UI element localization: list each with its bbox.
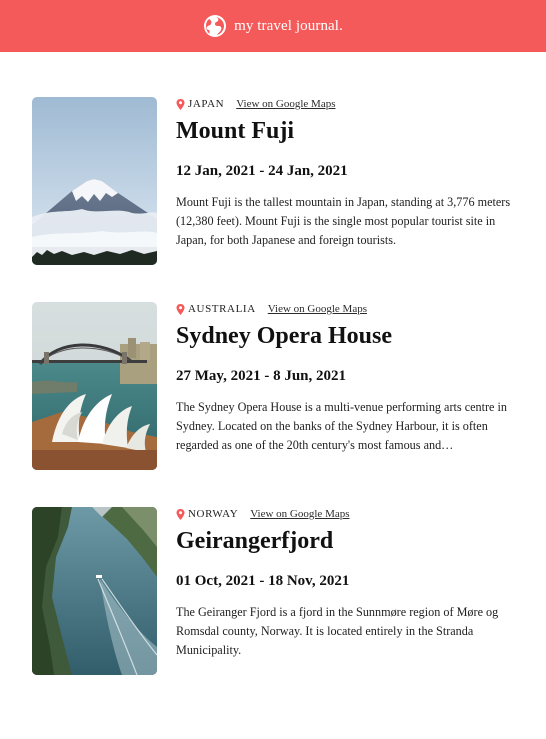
globe-icon [203, 14, 227, 38]
journal-entry: AUSTRALIA View on Google Maps Sydney Ope… [32, 302, 516, 470]
entry-dates: 01 Oct, 2021 - 18 Nov, 2021 [176, 573, 350, 589]
app-title: my travel journal. [234, 17, 343, 34]
location-pin-icon [176, 98, 185, 110]
entry-meta: NORWAY View on Google Maps [176, 507, 516, 521]
entry-info: AUSTRALIA View on Google Maps Sydney Ope… [176, 302, 516, 470]
entry-description: The Sydney Opera House is a multi-venue … [176, 400, 507, 452]
entry-dates: 27 May, 2021 - 8 Jun, 2021 [176, 368, 347, 384]
location-pin-icon [176, 303, 185, 315]
entry-place: Sydney Opera House [176, 323, 393, 349]
google-maps-link[interactable]: View on Google Maps [236, 98, 335, 110]
google-maps-link[interactable]: View on Google Maps [268, 303, 367, 315]
entry-photo-geirangerfjord [32, 507, 157, 675]
entry-info: NORWAY View on Google Maps Geirangerfjor… [176, 507, 516, 675]
entry-info: JAPAN View on Google Maps Mount Fuji 12 … [176, 97, 516, 265]
entry-meta: JAPAN View on Google Maps [176, 97, 516, 111]
entry-place: Mount Fuji [176, 118, 295, 144]
app-header: my travel journal. [0, 0, 546, 52]
entry-country: NORWAY [188, 508, 239, 520]
entry-photo-mount-fuji [32, 97, 157, 265]
entry-meta: AUSTRALIA View on Google Maps [176, 302, 516, 316]
entry-photo-sydney-opera-house [32, 302, 157, 470]
google-maps-link[interactable]: View on Google Maps [250, 508, 349, 520]
location-pin-icon [176, 508, 185, 520]
entry-country: AUSTRALIA [188, 303, 256, 315]
journal-entry: JAPAN View on Google Maps Mount Fuji 12 … [32, 97, 516, 265]
entry-description: Mount Fuji is the tallest mountain in Ja… [176, 195, 511, 247]
entry-dates: 12 Jan, 2021 - 24 Jan, 2021 [176, 163, 348, 179]
journal-entry: NORWAY View on Google Maps Geirangerfjor… [32, 507, 516, 675]
entry-description: The Geiranger Fjord is a fjord in the Su… [176, 605, 499, 657]
entry-country: JAPAN [188, 98, 225, 110]
journal-entries: JAPAN View on Google Maps Mount Fuji 12 … [0, 52, 546, 675]
entry-place: Geirangerfjord [176, 528, 334, 554]
